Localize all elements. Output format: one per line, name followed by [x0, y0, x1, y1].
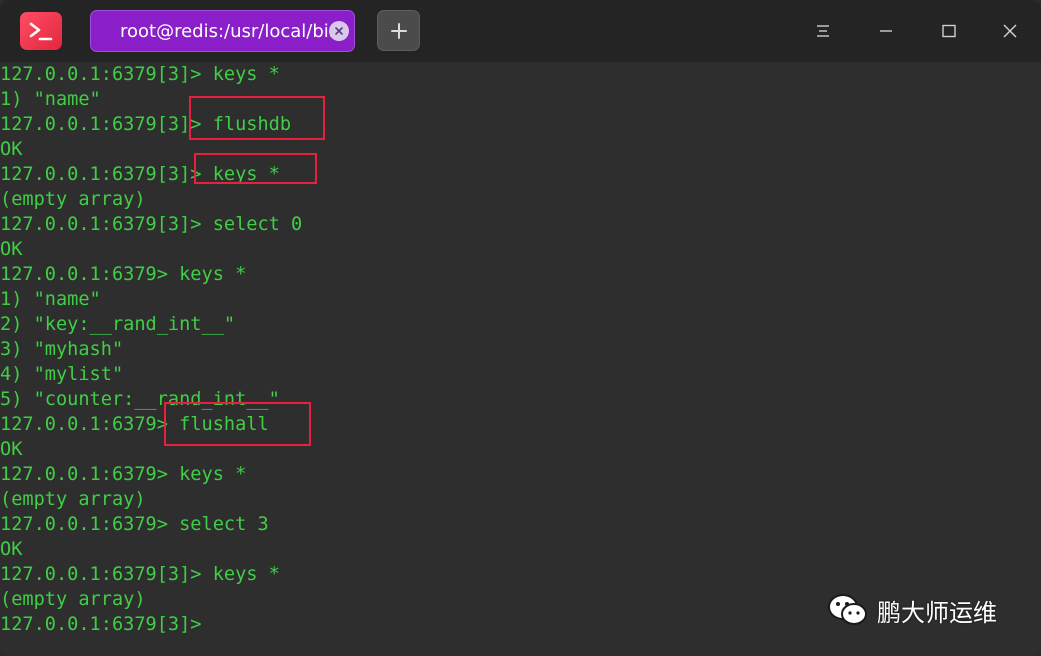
- tab-close-icon[interactable]: [329, 21, 349, 41]
- terminal-line: 1) "name": [0, 289, 101, 310]
- terminal-output[interactable]: 127.0.0.1:6379[3]> keys * 1) "name" 127.…: [0, 62, 1041, 656]
- terminal-line: (empty array): [0, 589, 146, 610]
- terminal-line: (empty array): [0, 489, 146, 510]
- terminal-line: 2) "key:__rand_int__": [0, 314, 236, 335]
- minimize-button[interactable]: [871, 16, 901, 46]
- terminal-line: 127.0.0.1:6379[3]> select 0: [0, 214, 303, 235]
- terminal-line: 127.0.0.1:6379> keys *: [0, 264, 247, 285]
- watermark-text: 鹏大师运维: [877, 598, 997, 627]
- terminal-line: OK: [0, 539, 23, 560]
- maximize-button[interactable]: [934, 16, 964, 46]
- close-icon: [1003, 24, 1017, 38]
- watermark: 鹏大师运维: [827, 590, 997, 630]
- terminal-icon[interactable]: [20, 12, 62, 50]
- highlight-box-flushdb: [189, 96, 325, 140]
- menu-button[interactable]: [808, 16, 838, 46]
- terminal-line: 127.0.0.1:6379[3]> keys *: [0, 564, 280, 585]
- terminal-line: OK: [0, 239, 23, 260]
- terminal-line: 127.0.0.1:6379> select 3: [0, 514, 269, 535]
- close-button[interactable]: [995, 16, 1025, 46]
- terminal-line: 127.0.0.1:6379[3]> keys *: [0, 64, 280, 85]
- terminal-line: (empty array): [0, 189, 146, 210]
- title-bar: root@redis:/usr/local/bin: [0, 0, 1041, 62]
- terminal-line: 127.0.0.1:6379[3]>: [0, 614, 213, 635]
- tab-active[interactable]: root@redis:/usr/local/bin: [90, 10, 355, 52]
- terminal-lines: 127.0.0.1:6379[3]> keys * 1) "name" 127.…: [0, 62, 302, 637]
- plus-icon: [390, 22, 407, 39]
- tab-label: root@redis:/usr/local/bin: [120, 21, 341, 42]
- terminal-line: 3) "myhash": [0, 339, 124, 360]
- maximize-icon: [942, 24, 956, 38]
- wechat-icon: [828, 594, 867, 625]
- minimize-icon: [880, 30, 892, 32]
- new-tab-button[interactable]: [377, 10, 420, 51]
- highlight-box-flushall: [164, 402, 311, 446]
- menu-icon: [817, 25, 829, 37]
- terminal-window: root@redis:/usr/local/bin 127.0.0.1:6379…: [0, 0, 1041, 656]
- highlight-box-keys: [194, 153, 317, 184]
- terminal-line: 4) "mylist": [0, 364, 124, 385]
- terminal-line: 127.0.0.1:6379> keys *: [0, 464, 247, 485]
